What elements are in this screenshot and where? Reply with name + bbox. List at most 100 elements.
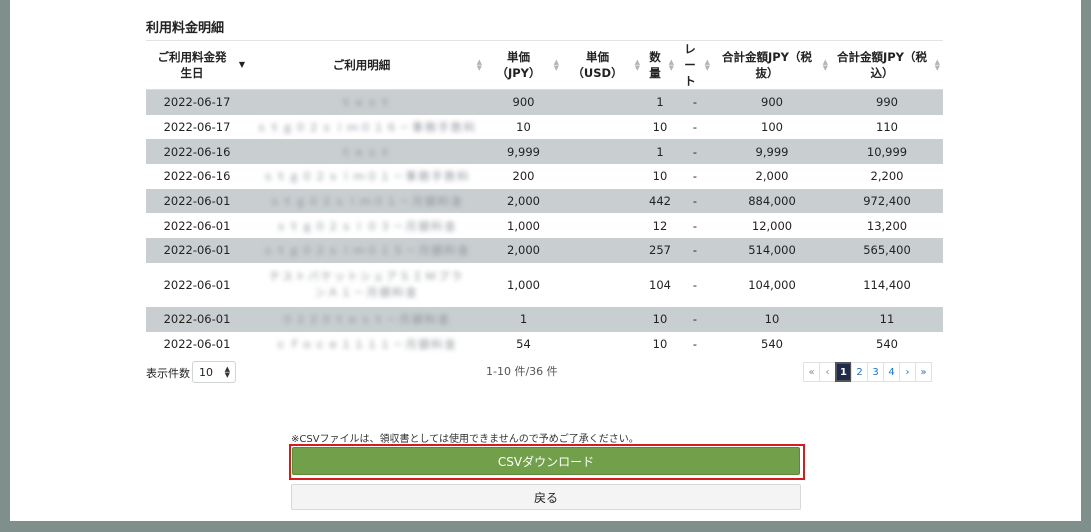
cell-unit-jpy: 1 [485,306,562,332]
cell-date: 2022-06-16 [146,139,248,165]
pagination-page-2[interactable]: 2 [851,362,868,382]
table-row: 2022-06-17 ｔｅｓｔ 900 1-900 990 [146,89,943,115]
cell-unit-jpy: 1,000 [507,218,540,233]
cell-qty: 10 [643,306,677,332]
csv-download-button[interactable]: CSVダウンロード [292,447,800,475]
cell-unit-jpy: 200 [512,169,535,184]
cell-total-ex: 2,000 [755,169,789,184]
cell-date: 2022-06-01 [146,188,248,214]
detail-text-redacted: ｃｆｏｃｅ１１１１－月額料金 [275,337,458,351]
cell-unit-jpy: 2,000 [485,188,562,214]
pagination-page-3[interactable]: 3 [867,362,884,382]
cell-qty: 10 [652,169,668,184]
table-row: 2022-06-01 ０２２０ｔｅｓｔ－月額料金 1 10-10 11 [146,306,943,332]
cell-rate: - [677,139,713,165]
detail-text-redacted: ０２２０ｔｅｓｔ－月額料金 [282,313,451,327]
cell-qty: 442 [643,188,677,214]
cell-total-ex: 104,000 [748,277,796,292]
bottom-panel: ※CSVファイルは、領収書としては使用できませんので予めご了承ください。 CSV… [0,423,1091,532]
main-panel: 利用料金明細 ご利用料金発 生日▲▼ご利用明細▲▼単価 （JPY）▲▼単価 （U… [10,0,1081,423]
column-header-detail[interactable]: ご利用明細 ▲ ▼ [248,41,485,90]
cell-unit-jpy: 9,999 [485,139,562,165]
cell-total-in: 565,400 [831,238,943,263]
column-header-unit-jpy[interactable]: 単価 （JPY） ▲ ▼ [485,41,562,90]
cell-unit-jpy: 900 [485,89,562,115]
cell-rate: - [677,188,713,214]
cell-unit-usd [562,306,643,332]
cell-unit-usd [562,139,643,165]
cell-total-in: 10,999 [831,139,943,165]
column-header-qty[interactable]: 数 量 ▲ ▼ [643,41,677,90]
cell-unit-jpy: 54 [516,336,531,351]
cell-date: 2022-06-01 [146,238,248,263]
table-row: 2022-06-01 ｓｔｇ０２ｓｉ０３－月額料金 1,000 12 - 12,000 13… [146,213,943,238]
table-row: 2022-06-01 ｃｆｏｃｅ１１１１－月額料金 54 10 - 540 540 [146,332,943,357]
column-header-label: ご利用明細 [332,58,391,72]
cell-total-in: 540 [876,336,898,351]
cell-total-in: 114,400 [863,277,911,292]
pagination-page-4[interactable]: 4 [883,362,900,382]
cell-total-ex: 10 [713,306,831,332]
detail-text-redacted: ｔｅｓｔ [340,96,393,110]
cell-detail: テストパケットシェアＳＩＭプランＡ１－月額料金 [248,263,485,307]
column-header-total-in[interactable]: 合計金額JPY（税 込） ▲ ▼ [831,41,943,90]
sort-icon: ▲▼ [476,58,482,72]
cell-detail: ｓｔｇ０２ｓｉｍ０１－事務手数料 [248,164,485,189]
cell-rate: - [692,120,698,135]
cell-rate: - [677,306,713,332]
cell-unit-jpy: 10 [516,120,531,135]
column-header-total-ex[interactable]: 合計金額JPY（税 抜） ▲ ▼ [713,41,831,90]
cell-unit-usd [562,263,643,307]
page-size-select[interactable]: 10 ▲ ▼ [192,361,236,383]
table-row: 2022-06-16 ｔｅｓｔ 9,999 1-9,999 10,999 [146,139,943,165]
cell-total-ex: 884,000 [713,188,831,214]
cell-rate: - [677,238,713,263]
cell-total-in: 11 [831,306,943,332]
cell-detail: ｓｔｇ０２ｓｉｍ０１－月額料金 [248,188,485,214]
cell-total-ex: 12,000 [751,218,793,233]
table-row: 2022-06-16 ｓｔｇ０２ｓｉｍ０１－事務手数料 200 10 - 2,000 2,2… [146,164,943,189]
cell-date: 2022-06-01 [146,306,248,332]
detail-text-redacted: ｓｔｇ０２ｓｉｍ０１－月額料金 [269,195,464,209]
table-row: 2022-06-17 ｓｔｇ０２ｓｉｍ０１６－事務手数料 10 10 - 100 110 [146,115,943,140]
column-header-label: 合計金額JPY（税 込） [836,50,928,80]
csv-area: ※CSVファイルは、領収書としては使用できませんので予めご了承ください。 CSV… [10,423,1081,521]
cell-rate: - [692,218,698,233]
table-row: 2022-06-01 テストパケットシェアＳＩＭプランＡ１－月額料金 1,000 10… [146,263,943,307]
cell-unit-usd [562,213,643,238]
column-header-unit-usd[interactable]: 単価 （USD） ▲ ▼ [562,41,643,90]
column-header-label: 単価 （JPY） [496,50,541,80]
detail-text-redacted: ｓｔｇ０２ｓｉｍ０１５－月額料金 [262,244,471,258]
cell-unit-usd [562,164,643,189]
column-header-label: 合計金額JPY（税 抜） [721,50,813,80]
pagination-prev[interactable]: ‹ [819,362,836,382]
cell-unit-usd [562,89,643,115]
cell-unit-jpy: 2,000 [485,238,562,263]
cell-unit-jpy: 1,000 [507,277,540,292]
detail-text-redacted: ｓｔｇ０２ｓｉｍ０１－事務手数料 [262,170,471,184]
column-header-date[interactable]: ご利用料金発 生日 ▲▼ [146,41,248,90]
back-button[interactable]: 戻る [291,484,801,510]
cell-rate: - [692,277,698,292]
pagination: « ‹ 1 2 3 4 › » [803,362,932,382]
cell-total-in: 2,200 [870,169,904,184]
cell-rate: - [677,89,713,115]
pagination-last[interactable]: » [915,362,932,382]
column-header-rate[interactable]: レー ト ▲ ▼ [677,41,713,90]
detail-text-redacted: ｓｔｇ０２ｓｉｍ０１６－事務手数料 [256,121,477,135]
cell-detail: ｃｆｏｃｅ１１１１－月額料金 [248,332,485,357]
cell-total-ex: 100 [761,120,783,135]
cell-detail: ０２２０ｔｅｓｔ－月額料金 [248,306,485,332]
cell-total-in: 972,400 [831,188,943,214]
cell-detail: ｓｔｇ０２ｓｉ０３－月額料金 [248,213,485,238]
sort-icon: ▲▼ [238,60,245,69]
csv-note: ※CSVファイルは、領収書としては使用できませんので予めご了承ください。 [291,434,639,445]
pagination-first[interactable]: « [803,362,820,382]
pagination-page-1[interactable]: 1 [835,362,852,382]
cell-total-in: 13,200 [866,218,908,233]
cell-qty: 10 [652,120,668,135]
cell-date: 2022-06-01 [163,336,231,351]
cell-unit-usd [562,115,643,140]
cell-total-ex: 900 [713,89,831,115]
pagination-next[interactable]: › [899,362,916,382]
